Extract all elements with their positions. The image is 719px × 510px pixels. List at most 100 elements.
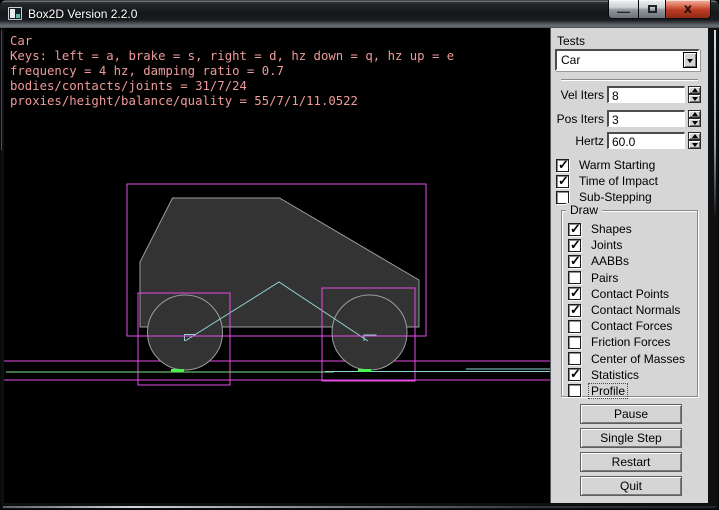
checkbox[interactable]: ✓ bbox=[568, 368, 581, 381]
spinner-up-icon[interactable] bbox=[688, 110, 701, 118]
info-line-car: Car bbox=[10, 34, 454, 49]
contact-point-front bbox=[358, 369, 371, 372]
checkbox[interactable]: ✓ bbox=[568, 287, 581, 300]
checkbox-label: Statistics bbox=[588, 367, 642, 383]
close-icon: x bbox=[684, 3, 692, 16]
simulation-canvas[interactable]: CarKeys: left = a, brake = s, right = d,… bbox=[4, 28, 550, 503]
checkbox[interactable]: ✓ bbox=[568, 320, 581, 333]
checkbox-label: Warm Starting bbox=[576, 157, 658, 173]
tests-dropdown[interactable]: Car bbox=[555, 49, 700, 71]
checkbox-row-shapes[interactable]: ✓ Shapes bbox=[568, 221, 688, 237]
spinner-row-pos-iters: Pos Iters 3 bbox=[551, 110, 709, 127]
checkbox[interactable]: ✓ bbox=[568, 384, 581, 397]
checkbox[interactable]: ✓ bbox=[556, 175, 569, 188]
checkbox-label: Time of Impact bbox=[576, 173, 661, 189]
spinner-input[interactable]: 3 bbox=[607, 110, 685, 127]
action-button-single-step[interactable]: Single Step bbox=[580, 428, 682, 448]
action-button-restart[interactable]: Restart bbox=[580, 452, 682, 472]
checkbox-row-profile[interactable]: ✓ Profile bbox=[568, 383, 688, 399]
checkbox-label: Joints bbox=[588, 237, 625, 253]
spinner-down-icon[interactable] bbox=[688, 94, 701, 103]
spinner-row-hertz: Hertz 60.0 bbox=[551, 132, 709, 149]
checkbox[interactable]: ✓ bbox=[568, 255, 581, 268]
checkbox-label: Contact Normals bbox=[588, 302, 683, 318]
draw-groupbox-legend: Draw bbox=[566, 203, 602, 217]
close-button[interactable]: x bbox=[666, 0, 711, 19]
checkbox-row-contact-normals[interactable]: ✓ Contact Normals bbox=[568, 302, 688, 318]
checkbox-row-statistics[interactable]: ✓ Statistics bbox=[568, 367, 688, 383]
window-left-border bbox=[1, 30, 2, 150]
checkbox-label: Contact Points bbox=[588, 286, 672, 302]
titlebar[interactable]: Box2D Version 2.2.0 — x bbox=[0, 0, 719, 28]
draw-toggles: ✓ Shapes ✓ Joints ✓ AABBs ✓ Pairs ✓ Cont… bbox=[568, 221, 688, 399]
check-icon: ✓ bbox=[570, 302, 581, 318]
tests-dropdown-value: Car bbox=[561, 53, 580, 67]
spinner-row-vel-iters: Vel Iters 8 bbox=[551, 86, 709, 103]
checkbox-row-friction-forces[interactable]: ✓ Friction Forces bbox=[568, 334, 688, 350]
contact-point-rear bbox=[171, 369, 184, 372]
checkbox[interactable]: ✓ bbox=[568, 304, 581, 317]
checkbox[interactable]: ✓ bbox=[568, 271, 581, 284]
checkbox-row-center-of-masses[interactable]: ✓ Center of Masses bbox=[568, 351, 688, 367]
info-line-bodies-contacts-joints-31-7-24: bodies/contacts/joints = 31/7/24 bbox=[10, 79, 454, 94]
check-icon: ✓ bbox=[570, 285, 581, 301]
spinner-input[interactable]: 8 bbox=[607, 86, 685, 103]
action-button-quit[interactable]: Quit bbox=[580, 476, 682, 496]
action-button-pause[interactable]: Pause bbox=[580, 404, 682, 424]
action-buttons: Pause Single Step Restart Quit bbox=[580, 404, 682, 500]
solver-toggles: ✓ Warm Starting ✓ Time of Impact ✓ Sub-S… bbox=[556, 157, 661, 206]
checkbox-label: Pairs bbox=[588, 270, 621, 286]
control-panel: Tests Car Vel Iters 8 Pos Iters 3 Hertz … bbox=[550, 28, 708, 503]
check-icon: ✓ bbox=[558, 173, 569, 189]
spinner-buttons bbox=[688, 86, 701, 103]
checkbox-label: Center of Masses bbox=[588, 351, 688, 367]
spinner-input[interactable]: 60.0 bbox=[607, 132, 685, 149]
spinner-down-icon[interactable] bbox=[688, 140, 701, 149]
app-window: Box2D Version 2.2.0 — x bbox=[0, 0, 719, 510]
spinner-up-icon[interactable] bbox=[688, 86, 701, 94]
minimize-icon: — bbox=[617, 8, 630, 16]
draw-groupbox: Draw ✓ Shapes ✓ Joints ✓ AABBs ✓ Pairs ✓… bbox=[561, 210, 698, 397]
info-line-keys-left-a-brake-s-right-d-hz-down-q-hz-up-e: Keys: left = a, brake = s, right = d, hz… bbox=[10, 49, 454, 64]
spinner-label: Hertz bbox=[575, 134, 604, 148]
checkbox[interactable]: ✓ bbox=[568, 223, 581, 236]
checkbox-row-pairs[interactable]: ✓ Pairs bbox=[568, 270, 688, 286]
checkbox-label: Shapes bbox=[588, 221, 635, 237]
check-icon: ✓ bbox=[570, 253, 581, 269]
spinner-up-icon[interactable] bbox=[688, 132, 701, 140]
window-right-border bbox=[714, 30, 716, 220]
checkbox[interactable]: ✓ bbox=[568, 336, 581, 349]
caption-buttons: — x bbox=[608, 0, 711, 19]
checkbox-label: AABBs bbox=[588, 253, 632, 269]
checkbox[interactable]: ✓ bbox=[568, 239, 581, 252]
checkbox[interactable]: ✓ bbox=[568, 352, 581, 365]
checkbox-row-joints[interactable]: ✓ Joints bbox=[568, 237, 688, 253]
checkbox-row-warm-starting[interactable]: ✓ Warm Starting bbox=[556, 157, 661, 173]
checkbox-label: Contact Forces bbox=[588, 318, 675, 334]
tests-label: Tests bbox=[557, 34, 585, 48]
car-front-wheel bbox=[332, 295, 407, 370]
check-icon: ✓ bbox=[570, 221, 581, 237]
window-bottom-border bbox=[3, 506, 716, 508]
check-icon: ✓ bbox=[570, 366, 581, 382]
spinner-label: Vel Iters bbox=[561, 88, 604, 102]
minimize-button[interactable]: — bbox=[608, 0, 639, 19]
checkbox-row-contact-forces[interactable]: ✓ Contact Forces bbox=[568, 318, 688, 334]
car-rear-wheel bbox=[148, 295, 223, 370]
info-line-proxies-height-balance-quality-55-7-1-11-0522: proxies/height/balance/quality = 55/7/1/… bbox=[10, 94, 454, 109]
spinner-down-icon[interactable] bbox=[688, 118, 701, 127]
window-title: Box2D Version 2.2.0 bbox=[28, 7, 137, 21]
maximize-button[interactable] bbox=[639, 0, 666, 19]
checkbox-row-aabbs[interactable]: ✓ AABBs bbox=[568, 253, 688, 269]
info-line-frequency-4-hz-damping-ratio-0-7: frequency = 4 hz, damping ratio = 0.7 bbox=[10, 64, 454, 79]
sim-info-text: CarKeys: left = a, brake = s, right = d,… bbox=[10, 34, 454, 109]
maximize-icon bbox=[648, 5, 657, 13]
checkbox-row-contact-points[interactable]: ✓ Contact Points bbox=[568, 286, 688, 302]
spinner-buttons bbox=[688, 132, 701, 149]
dropdown-arrow-button[interactable] bbox=[683, 52, 697, 68]
check-icon: ✓ bbox=[570, 237, 581, 253]
separator-line bbox=[561, 79, 698, 81]
checkbox[interactable]: ✓ bbox=[556, 159, 569, 172]
spinner-buttons bbox=[688, 110, 701, 127]
checkbox-row-time-of-impact[interactable]: ✓ Time of Impact bbox=[556, 173, 661, 189]
